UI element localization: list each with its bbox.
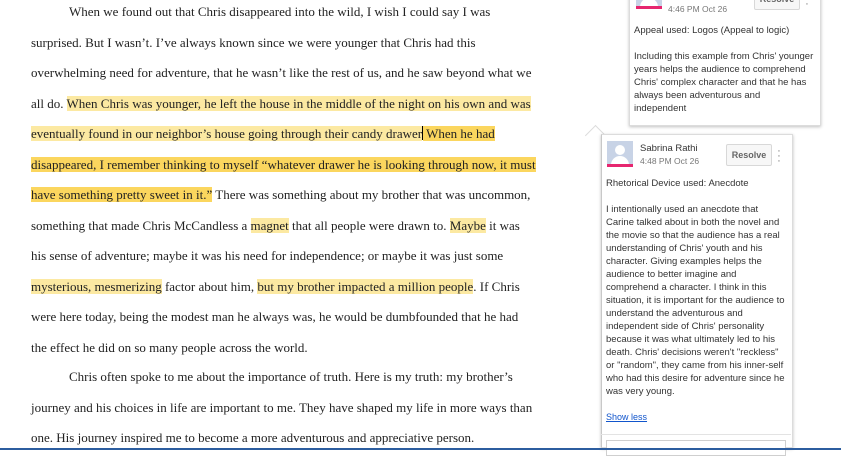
user-avatar-icon (636, 0, 662, 9)
show-less-link[interactable]: Show less (606, 412, 647, 422)
user-avatar-icon (607, 141, 633, 167)
highlighted-text-maybe[interactable]: Maybe (449, 217, 486, 233)
text-run: When we found out that Chris disappeared… (31, 4, 532, 111)
comment-title: Rhetorical Device used: Anecdote (606, 178, 749, 189)
comment-author: Sabrina Rathi (640, 143, 698, 154)
comment-divider (601, 434, 791, 435)
text-run: that all people were drawn to. (288, 217, 450, 233)
comment-card-1[interactable]: 4:46 PM Oct 26 Resolve ·· Appeal used: L… (629, 0, 821, 126)
resolve-button[interactable]: Resolve (754, 0, 800, 10)
paragraph-1[interactable]: When we found out that Chris disappeared… (31, 0, 536, 363)
comment-title: Appeal used: Logos (Appeal to logic) (634, 25, 790, 36)
comment-card-2[interactable]: Sabrina Rathi 4:48 PM Oct 26 Resolve · · ·… (601, 134, 793, 448)
highlighted-text-magnet[interactable]: magnet (250, 217, 289, 233)
text-run: factor about him, (161, 278, 258, 294)
more-options-icon[interactable]: · · · (776, 146, 782, 167)
paragraph-2[interactable]: Chris often spoke to me about the import… (31, 362, 536, 454)
document-page: When we found out that Chris disappeared… (0, 0, 560, 450)
more-options-icon[interactable]: ·· (804, 0, 810, 11)
comment-time: 4:48 PM Oct 26 (640, 156, 700, 166)
highlighted-text-mysterious[interactable]: mysterious, mesmerizing (31, 278, 162, 294)
comment-body: I intentionally used an anecdote that Ca… (606, 204, 785, 397)
resolve-button[interactable]: Resolve (726, 144, 772, 166)
highlighted-text-impacted[interactable]: but my brother impacted a million people (257, 278, 474, 294)
comment-time: 4:46 PM Oct 26 (668, 4, 728, 14)
comment-body: Including this example from Chris' young… (634, 51, 814, 114)
